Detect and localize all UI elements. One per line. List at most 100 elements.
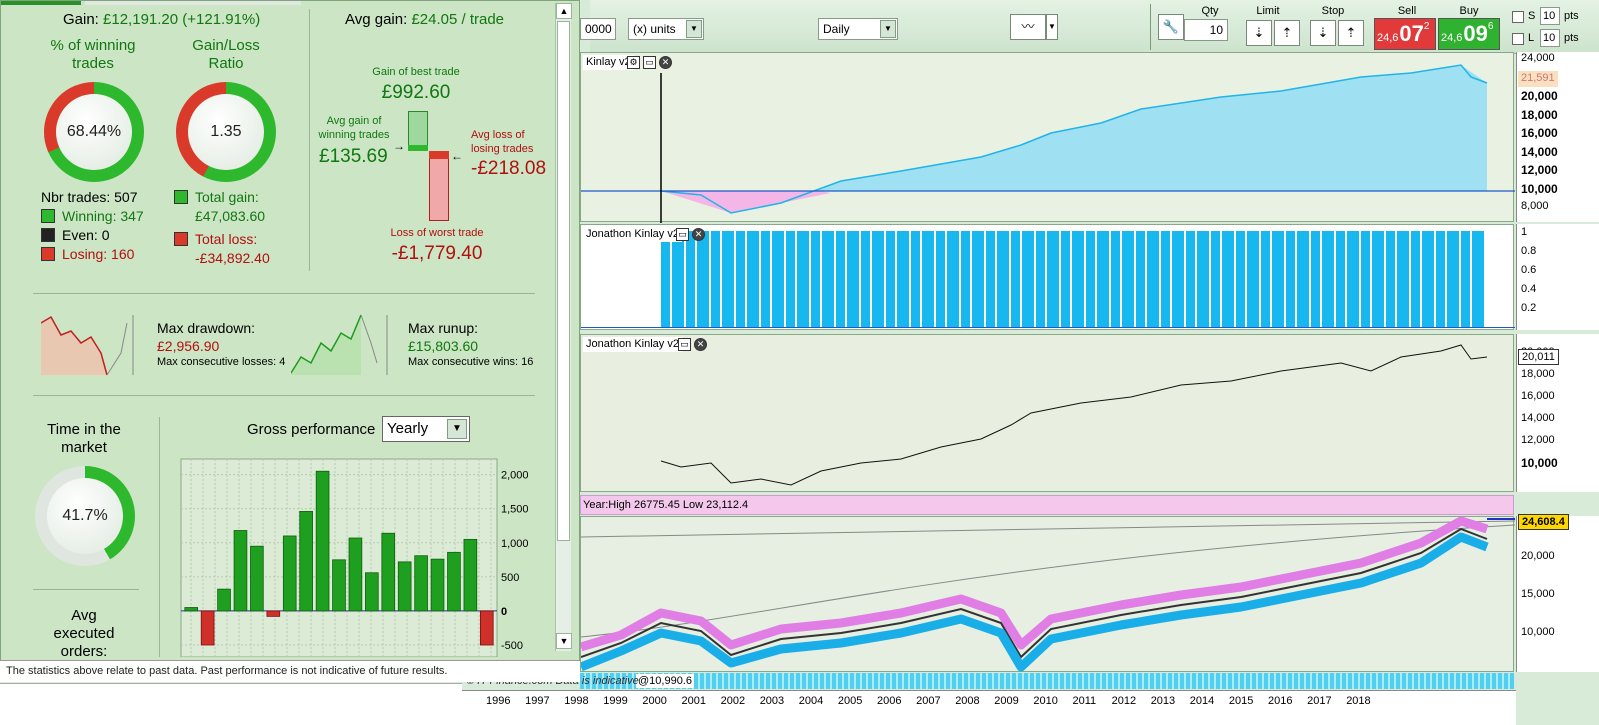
performance-bar (381, 532, 396, 612)
wrench-icon[interactable]: ⚙ (627, 56, 640, 69)
losing-legend-swatch (41, 247, 55, 261)
y-axis-tick: 14,000 (1521, 144, 1558, 159)
window-icon[interactable]: ▭ (643, 56, 656, 69)
chevron-down-icon: ▼ (686, 20, 702, 38)
performance-bar (463, 538, 478, 612)
period-select[interactable]: Yearly ▼ (382, 416, 470, 442)
bottom-strip-value: @10,990.6 (636, 674, 694, 688)
performance-bar (348, 537, 363, 612)
y-tick-label: -500 (501, 640, 523, 652)
x-axis-year: 2013 (1150, 695, 1176, 707)
y-axis-tick: 15,000 (1521, 588, 1555, 600)
stop-buy-icon[interactable]: ⇣ (1310, 20, 1336, 46)
y-axis-tick: 8,000 (1521, 200, 1549, 212)
pct-winning-title-1: % of winning (50, 37, 136, 54)
winning-trades-donut: 68.44% (44, 82, 144, 182)
gain-label: Gain: (63, 11, 99, 28)
performance-bar (299, 511, 313, 612)
scroll-up-icon[interactable]: ▲ (556, 3, 572, 19)
divider (33, 395, 535, 396)
x-axis-year: 2007 (916, 695, 941, 707)
x-axis-year: 1998 (564, 695, 589, 707)
scroll-thumb[interactable] (557, 21, 570, 541)
line-price-tag: 20,011 (1518, 349, 1559, 365)
y-axis-tick: 10,000 (1521, 626, 1555, 638)
gain-loss-ratio-value: 1.35 (188, 94, 264, 170)
indicator-line (660, 344, 1488, 486)
stop-sell-icon[interactable]: ⇡ (1338, 20, 1364, 46)
close-icon[interactable]: ✕ (659, 56, 672, 69)
performance-bar (479, 610, 494, 646)
worst-trade-value: -£1,779.40 (391, 243, 483, 264)
performance-bar (315, 470, 330, 612)
x-axis-year: 2016 (1268, 695, 1293, 707)
buy-label: Buy (1459, 5, 1479, 17)
y-axis-tick: 18,000 (1521, 107, 1558, 122)
buy-button[interactable]: 24,6096 (1438, 18, 1500, 50)
limit-checkbox[interactable] (1512, 33, 1524, 45)
stop-checkbox[interactable] (1512, 11, 1524, 23)
y-axis-tick: 0.8 (1521, 245, 1537, 257)
root: 0000 (x) units ▼ Daily ▼ 〰 ▼ 🔧 Qty 10 Limi… (0, 0, 1599, 725)
y-axis-tick: 14,000 (1521, 412, 1555, 424)
x-axis-year: 2005 (837, 695, 863, 707)
arrow-left-icon: ← (451, 149, 463, 163)
x-axis-year: 2001 (681, 695, 706, 707)
gross-performance-label: Gross performance (247, 421, 376, 438)
equity-panel[interactable]: Kinlay v2 ⚙ ▭ ✕ (580, 52, 1515, 223)
x-axis-year: 2015 (1228, 695, 1254, 707)
divider (159, 417, 160, 657)
units-value: (x) units (633, 22, 676, 36)
stats-scrollbar[interactable]: ▲ ▼ (555, 3, 572, 651)
window-icon[interactable]: ▭ (676, 228, 689, 241)
avg-loss-bar (429, 151, 449, 159)
s-pts-input[interactable]: 10 (1540, 7, 1560, 25)
limit-sell-icon[interactable]: ⇡ (1274, 20, 1300, 46)
qty-input[interactable]: 10 (1184, 19, 1228, 41)
gain-loss-title-1: Gain/Loss (192, 37, 260, 54)
period-select-value: Yearly (387, 420, 429, 437)
x-axis-year: 2014 (1189, 695, 1215, 707)
gain-loss-title-2: Ratio (208, 55, 244, 72)
bottom-indicator-strip (580, 673, 1514, 689)
divider (33, 293, 535, 294)
performance-bar (233, 530, 248, 612)
s-label: S (1528, 10, 1536, 22)
limit-buy-icon[interactable]: ⇣ (1246, 20, 1272, 46)
indicator-icon[interactable]: 〰 (1010, 14, 1046, 40)
tab-strip[interactable] (1, 1, 301, 5)
date-x-axis: 1996 1997 1998 1999 2000 2001 2002 2003 2004 2005… (462, 690, 1516, 725)
total-gain-label: Total gain: (195, 189, 259, 205)
avg-win-bar (408, 145, 428, 151)
wrench-icon[interactable]: 🔧 (1158, 14, 1184, 40)
x-axis-year: 2012 (1111, 695, 1137, 707)
y-axis-tick: 1 (1521, 226, 1528, 238)
close-icon[interactable]: ✕ (692, 228, 705, 241)
amount-field[interactable]: 0000 (580, 18, 616, 40)
line-panel-title: Jonathon Kinlay v2 (583, 337, 682, 352)
units-select[interactable]: (x) units ▼ (628, 18, 704, 40)
scroll-down-icon[interactable]: ▼ (556, 633, 572, 649)
x-axis-year: 2010 (1033, 695, 1058, 707)
y-axis-tick: 20,000 (1521, 550, 1555, 562)
position-panel[interactable]: Jonathon Kinlay v2 ▭ ✕ (580, 224, 1515, 330)
gross-performance-chart: 2,000 1,500 1,000 500 0 -500 (180, 458, 529, 657)
time-in-market-donut: 41.7% (35, 466, 135, 566)
stop-label: Stop (1321, 5, 1345, 17)
chevron-down-icon[interactable]: ▼ (1046, 14, 1058, 40)
x-axis-year: 2011 (1072, 695, 1097, 707)
total-loss-swatch (174, 232, 188, 246)
y-tick-label: 500 (501, 572, 519, 584)
l-pts-input[interactable]: 10 (1540, 29, 1560, 47)
close-icon[interactable]: ✕ (694, 338, 707, 351)
sell-button[interactable]: 24,6072 (1374, 18, 1436, 50)
y-axis-tick: 16,000 (1521, 390, 1555, 402)
y-axis-tick: 12,000 (1521, 163, 1558, 177)
indicator-line-panel[interactable]: Jonathon Kinlay v2 ▭ ✕ (580, 334, 1514, 492)
pct-winning-title-2: trades (72, 55, 114, 72)
x-axis-year: 2008 (955, 695, 980, 707)
price-chart-panel[interactable] (580, 516, 1515, 672)
window-icon[interactable]: ▭ (678, 338, 691, 351)
x-axis-year: 1999 (603, 695, 628, 707)
interval-select[interactable]: Daily ▼ (818, 18, 898, 40)
